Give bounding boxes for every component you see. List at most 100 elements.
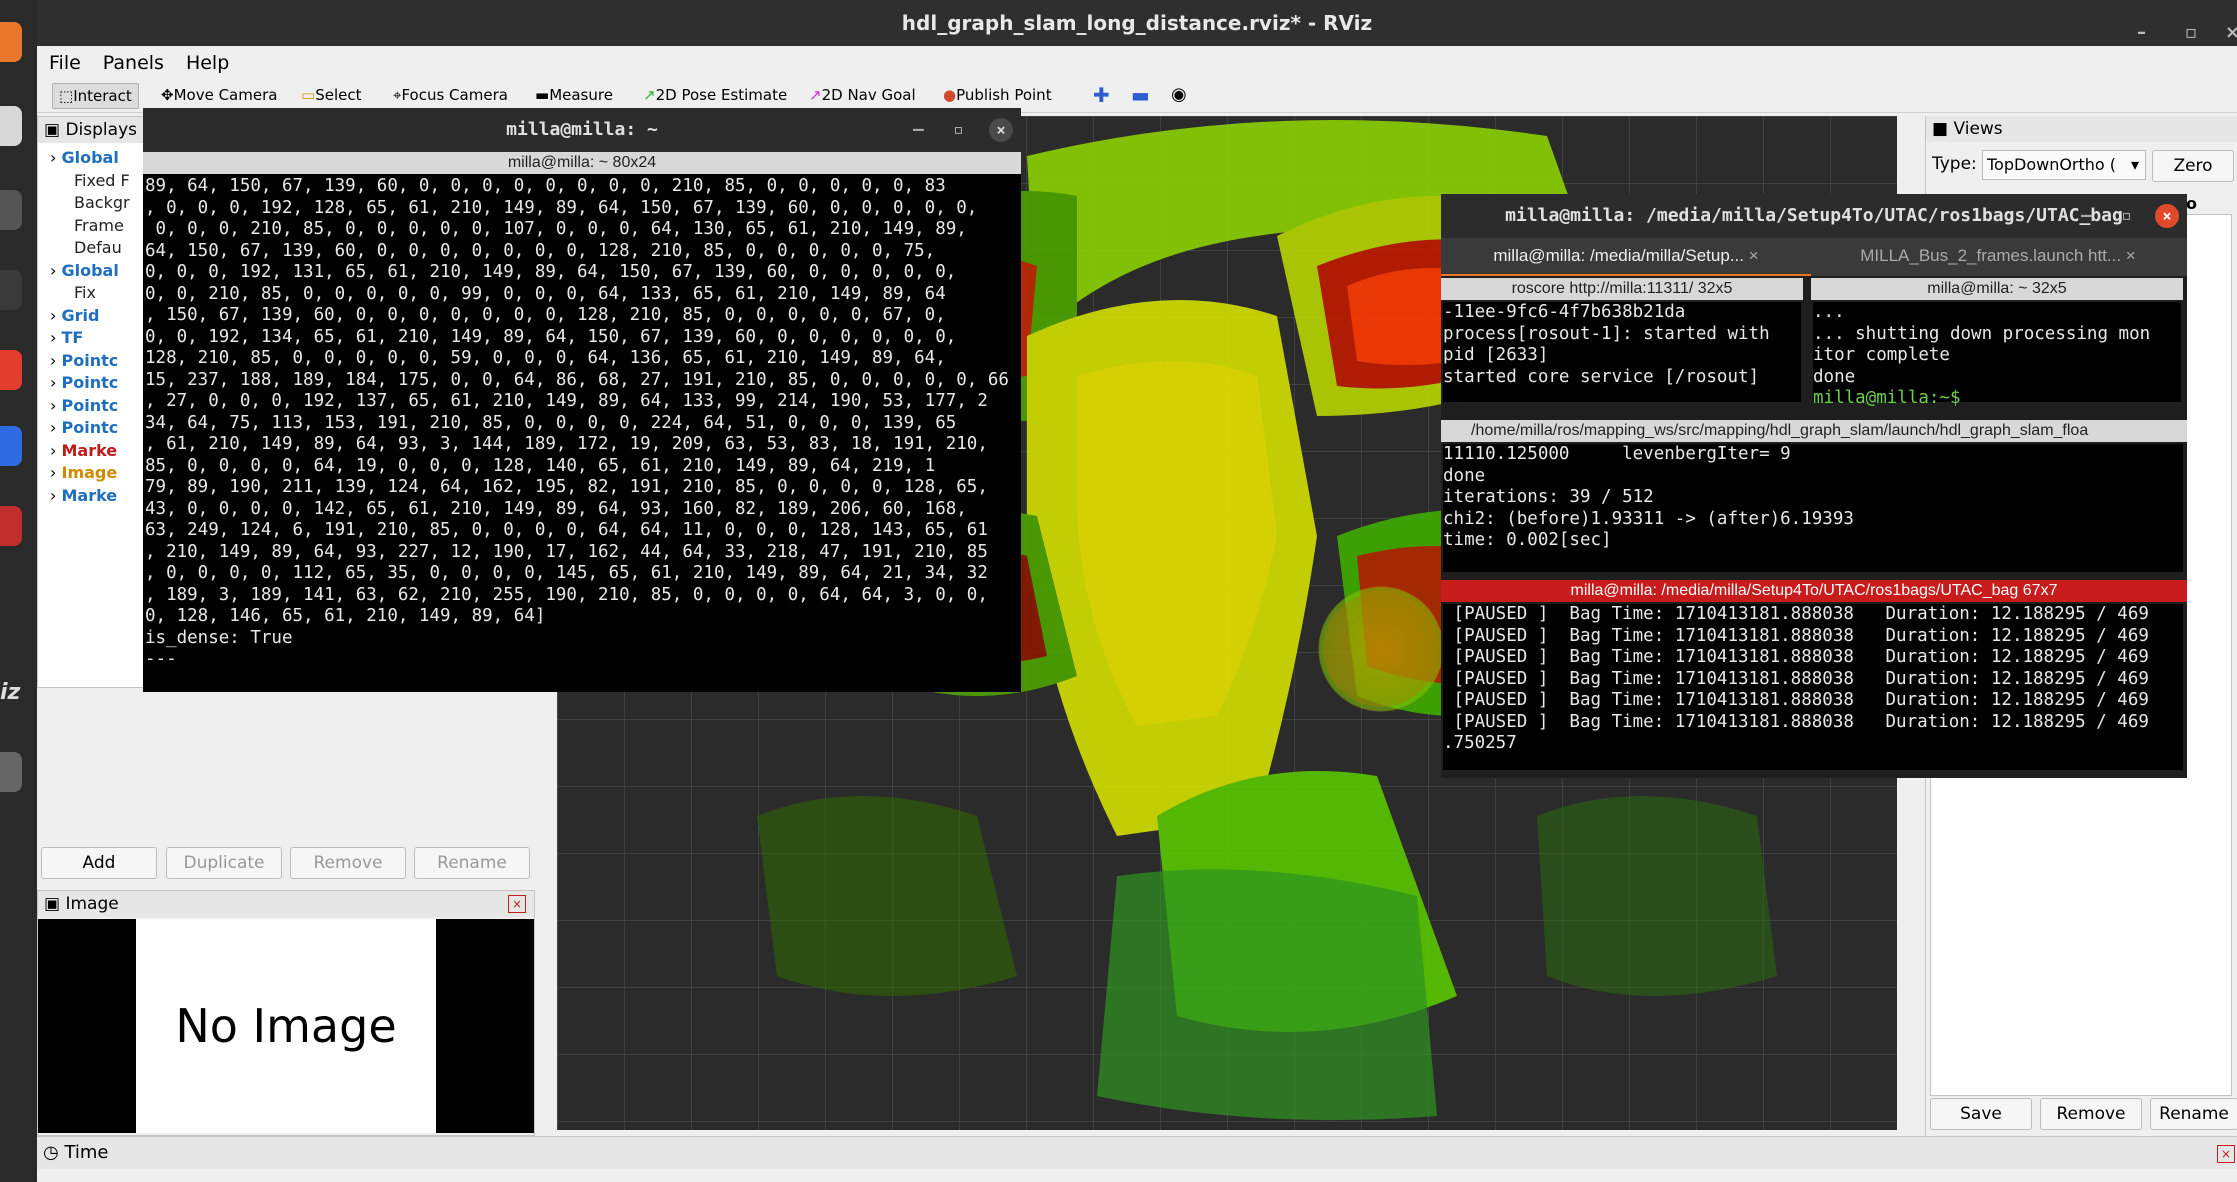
terminal-line: 0, 128, 146, 65, 61, 210, 149, 89, 64] <box>145 606 546 626</box>
terminal-window-1[interactable]: milla@milla: ~ – ▫ × milla@milla: ~ 80x2… <box>143 108 1021 692</box>
terminal-line: 128, 210, 85, 0, 0, 0, 0, 0, 59, 0, 0, 0… <box>145 348 946 368</box>
remove-tool-icon[interactable]: ▬ <box>1125 83 1156 107</box>
text-editor-icon[interactable] <box>0 426 22 466</box>
terminal-line: --- <box>145 649 177 669</box>
measure-button[interactable]: ▬Measure <box>529 83 619 107</box>
eye-icon[interactable]: ◉ <box>1165 83 1193 107</box>
dropdown-arrow-icon: ▾ <box>2130 155 2139 174</box>
camera-icon: ■ <box>1932 119 1949 139</box>
terminal-line: [PAUSED ] Bag Time: 1710413181.888038 Du… <box>1443 625 2149 646</box>
nav-goal-button[interactable]: ↗2D Nav Goal <box>803 83 922 107</box>
firefox-icon[interactable] <box>0 22 22 62</box>
display-item[interactable]: › Marke <box>50 485 117 507</box>
display-item[interactable]: › Global <box>50 260 119 282</box>
app-red-icon[interactable] <box>0 350 22 390</box>
menu-file[interactable]: File <box>49 52 81 74</box>
views-header: ■ Views <box>1926 116 2237 142</box>
term2-minimize-icon[interactable]: – <box>2081 194 2092 238</box>
panel-close-icon[interactable]: × <box>508 895 526 913</box>
window-title: hdl_graph_slam_long_distance.rviz* - RVi… <box>901 11 1373 35</box>
add-button[interactable]: Add <box>41 847 157 879</box>
files-icon[interactable] <box>0 106 22 146</box>
display-item[interactable]: › Pointc <box>50 372 118 394</box>
remove-button[interactable]: Remove <box>290 847 406 879</box>
display-item[interactable]: › Pointc <box>50 417 118 439</box>
term1-pane-header: milla@milla: ~ 80x24 <box>143 152 1021 174</box>
display-item[interactable]: Backgr <box>74 192 130 214</box>
displays-title: Displays <box>65 120 137 140</box>
views-save-button[interactable]: Save <box>1930 1098 2032 1130</box>
pose-estimate-button[interactable]: ↗2D Pose Estimate <box>637 83 793 107</box>
term1-minimize-icon[interactable]: – <box>913 108 924 152</box>
rename-button[interactable]: Rename <box>414 847 530 879</box>
terminal-line: 89, 64, 150, 67, 139, 60, 0, 0, 0, 0, 0,… <box>145 176 946 196</box>
tab-1[interactable]: milla@milla: /media/milla/Setup... × <box>1441 238 1811 276</box>
menu-help[interactable]: Help <box>186 52 229 74</box>
pane1-output: -11ee-9fc6-4f7b638b21da process[rosout-1]… <box>1443 302 1801 402</box>
pin-icon: ● <box>943 86 957 104</box>
display-item[interactable]: › TF <box>50 327 83 349</box>
terminal-line: .750257 <box>1443 733 1517 753</box>
tab-close-icon[interactable]: × <box>2126 246 2136 265</box>
terminal-line: [PAUSED ] Bag Time: 1710413181.888038 Du… <box>1443 711 2149 732</box>
term2-close-icon[interactable]: × <box>2155 204 2179 228</box>
shell-prompt: milla@milla:~$ <box>1813 388 1972 408</box>
tab-close-icon[interactable]: × <box>1749 246 1759 265</box>
cursor-icon: ⬚ <box>59 87 74 105</box>
display-item[interactable]: Fixed F <box>74 170 130 192</box>
interact-button[interactable]: ⬚Interact <box>52 83 139 109</box>
disk-icon[interactable] <box>0 752 22 792</box>
tab-2[interactable]: MILLA_Bus_2_frames.launch htt... × <box>1813 238 2183 274</box>
terminal-line: 64, 150, 67, 139, 60, 0, 0, 0, 0, 0, 0, … <box>145 240 936 261</box>
terminal-dock-icon[interactable] <box>0 270 22 310</box>
ruler-icon: ▬ <box>535 86 550 104</box>
terminal-line: 0, 0, 210, 85, 0, 0, 0, 0, 0, 99, 0, 0, … <box>145 283 946 304</box>
terminal-tabs: milla@milla: /media/milla/Setup... × MIL… <box>1441 238 2187 276</box>
terminal-line: [PAUSED ] Bag Time: 1710413181.888038 Du… <box>1443 604 2149 624</box>
zero-button[interactable]: Zero <box>2152 150 2234 182</box>
ubuntu-dock: iz <box>0 0 37 1182</box>
no-image-text: No Image <box>136 919 436 1133</box>
term1-maximize-icon[interactable]: ▫ <box>953 108 964 152</box>
add-tool-icon[interactable]: ✚ <box>1087 83 1116 107</box>
pane4-header: milla@milla: /media/milla/Setup4To/UTAC/… <box>1441 580 2187 602</box>
duplicate-button[interactable]: Duplicate <box>166 847 282 879</box>
display-item[interactable]: › Pointc <box>50 395 118 417</box>
views-rename-button[interactable]: Rename <box>2150 1098 2237 1130</box>
terminal-line: 43, 0, 0, 0, 0, 142, 65, 61, 210, 149, 8… <box>145 498 967 519</box>
display-item[interactable]: Frame <box>74 215 124 237</box>
display-item[interactable]: Fix <box>74 282 96 304</box>
display-item[interactable]: › Grid <box>50 305 99 327</box>
views-remove-button[interactable]: Remove <box>2040 1098 2142 1130</box>
select-button[interactable]: ▭Select <box>295 83 367 107</box>
move-camera-button[interactable]: ✥Move Camera <box>155 83 283 107</box>
menu-bar: File Panels Help <box>37 46 2237 76</box>
publish-point-button[interactable]: ●Publish Point <box>937 83 1058 107</box>
display-item[interactable]: › Global <box>50 147 119 169</box>
terminal-line: ... shutting down processing mon <box>1813 323 2151 344</box>
image-viewport: No Image <box>38 919 534 1133</box>
time-close-icon[interactable]: × <box>2217 1145 2235 1163</box>
terminal-line: 0, 0, 192, 134, 65, 61, 210, 149, 89, 64… <box>145 326 957 347</box>
app-icon[interactable] <box>0 190 22 230</box>
image-icon: ▣ <box>44 894 61 914</box>
terminal-line: 11110.125000 levenbergIter= 9 <box>1443 444 1791 464</box>
terminal-line: , 0, 0, 0, 0, 112, 65, 35, 0, 0, 0, 0, 1… <box>145 563 988 583</box>
display-item[interactable]: Defau <box>74 237 122 259</box>
menu-panels[interactable]: Panels <box>103 52 164 74</box>
image-panel-header: ▣ Image × <box>38 891 534 917</box>
monitor-icon: ▣ <box>44 120 61 140</box>
terminal-line: [PAUSED ] Bag Time: 1710413181.888038 Du… <box>1443 690 2149 710</box>
display-item[interactable]: › Marke <box>50 440 117 462</box>
terminal-line: , 0, 0, 0, 192, 128, 65, 61, 210, 149, 8… <box>145 197 978 218</box>
view-type-select[interactable]: TopDownOrtho (▾ <box>1982 150 2146 180</box>
display-item[interactable]: › Pointc <box>50 350 118 372</box>
terminal-line: started core service [/rosout] <box>1443 366 1760 387</box>
term1-close-icon[interactable]: × <box>989 118 1013 142</box>
focus-camera-button[interactable]: ⌖Focus Camera <box>387 83 514 107</box>
rviz-dock-icon[interactable] <box>0 506 22 546</box>
terminal-window-2[interactable]: milla@milla: /media/milla/Setup4To/UTAC/… <box>1441 194 2187 778</box>
display-item[interactable]: › Image <box>50 462 117 484</box>
green-arrow-icon: ↗ <box>643 86 656 104</box>
term2-maximize-icon[interactable]: ▫ <box>2121 194 2132 238</box>
